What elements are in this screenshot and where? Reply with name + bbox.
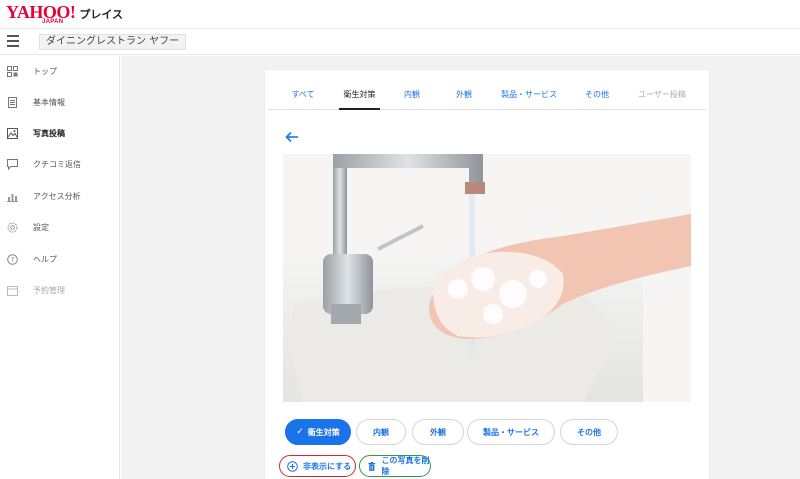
- yahoo-place-logo[interactable]: YAHOO! JAPAN プレイス: [6, 2, 124, 25]
- chip-label: 製品・サービス: [483, 427, 539, 437]
- sidebar-item-label: 写真投稿: [33, 128, 65, 138]
- tab-other[interactable]: その他: [582, 86, 612, 110]
- sidebar-item-label: クチコミ返信: [33, 159, 81, 169]
- sidebar-item-label: ヘルプ: [33, 254, 57, 264]
- logo-product-text: プレイス: [79, 8, 124, 21]
- tab-user-posts[interactable]: ユーザー投稿: [636, 86, 688, 110]
- tab-interior[interactable]: 内観: [401, 86, 423, 110]
- logo-yahoo-text: YAHOO!: [6, 2, 76, 22]
- sidebar-item-reservation[interactable]: 予約管理: [0, 280, 120, 300]
- sidebar-item-label: アクセス分析: [33, 191, 81, 201]
- back-arrow-icon[interactable]: [285, 131, 299, 143]
- tab-all[interactable]: すべて: [288, 86, 318, 110]
- handwashing-photo-image: [283, 154, 691, 402]
- header: YAHOO! JAPAN プレイス: [0, 0, 800, 28]
- tab-exterior[interactable]: 外観: [453, 86, 475, 110]
- photo-preview: [283, 154, 691, 402]
- svg-text:?: ?: [11, 256, 15, 264]
- bar-chart-icon: [7, 191, 18, 202]
- document-icon: [7, 96, 18, 108]
- chip-exterior[interactable]: 外観: [412, 419, 464, 445]
- grid-icon: [7, 65, 18, 77]
- chip-label: その他: [577, 427, 601, 437]
- check-icon: ✓: [296, 427, 304, 437]
- chip-label: 内観: [373, 427, 389, 437]
- chip-other[interactable]: その他: [560, 419, 618, 445]
- tab-products-services[interactable]: 製品・サービス: [498, 86, 560, 110]
- hide-photo-label: 非表示にする: [303, 461, 352, 471]
- sidebar-item-label: 予約管理: [33, 285, 65, 295]
- sidebar-item-label: 基本情報: [33, 97, 65, 107]
- image-icon: [7, 127, 18, 139]
- sidebar-item-help[interactable]: ? ヘルプ: [0, 249, 120, 269]
- delete-photo-label: この写真を削除: [381, 456, 430, 476]
- tab-hygiene[interactable]: 衛生対策: [339, 86, 380, 110]
- chip-products-services[interactable]: 製品・サービス: [467, 419, 555, 445]
- main-content: すべて 衛生対策 内観 外観 製品・サービス その他 ユーザー投稿 ✓ 衛生対策…: [121, 56, 800, 479]
- category-tabs: すべて 衛生対策 内観 外観 製品・サービス その他 ユーザー投稿: [268, 86, 706, 110]
- hide-photo-button[interactable]: 非表示にする: [279, 455, 356, 477]
- sidebar-item-top[interactable]: トップ: [0, 61, 120, 81]
- sidebar-item-settings[interactable]: 設定: [0, 217, 120, 237]
- gear-icon: [7, 222, 18, 233]
- chip-hygiene[interactable]: ✓ 衛生対策: [285, 419, 351, 445]
- shop-name: ダイニングレストラン ヤフー: [39, 34, 187, 50]
- sidebar-item-label: 設定: [33, 222, 49, 232]
- sidebar: トップ 基本情報 写真投稿 クチコミ返信 アクセス分析 設定 ? ヘルプ 予約管…: [0, 56, 120, 479]
- hamburger-menu-icon[interactable]: [7, 35, 19, 47]
- chip-label: 外観: [430, 427, 446, 437]
- help-icon: ?: [7, 253, 18, 265]
- sidebar-item-label: トップ: [33, 66, 57, 76]
- plus-circle-icon: [287, 460, 298, 472]
- calendar-icon: [7, 285, 18, 296]
- delete-photo-button[interactable]: この写真を削除: [359, 455, 431, 477]
- sidebar-item-access-analysis[interactable]: アクセス分析: [0, 186, 120, 206]
- chat-icon: [7, 158, 18, 170]
- chip-interior[interactable]: 内観: [356, 419, 406, 445]
- logo-japan-text: JAPAN: [42, 19, 64, 25]
- top-bar: ダイニングレストラン ヤフー: [0, 28, 800, 55]
- trash-icon: [368, 461, 376, 471]
- sidebar-item-basic-info[interactable]: 基本情報: [0, 92, 120, 112]
- sidebar-item-review-reply[interactable]: クチコミ返信: [0, 154, 120, 174]
- sidebar-item-photo-post[interactable]: 写真投稿: [0, 123, 120, 143]
- chip-label: 衛生対策: [307, 427, 340, 437]
- photo-detail-card: すべて 衛生対策 内観 外観 製品・サービス その他 ユーザー投稿 ✓ 衛生対策…: [265, 70, 709, 479]
